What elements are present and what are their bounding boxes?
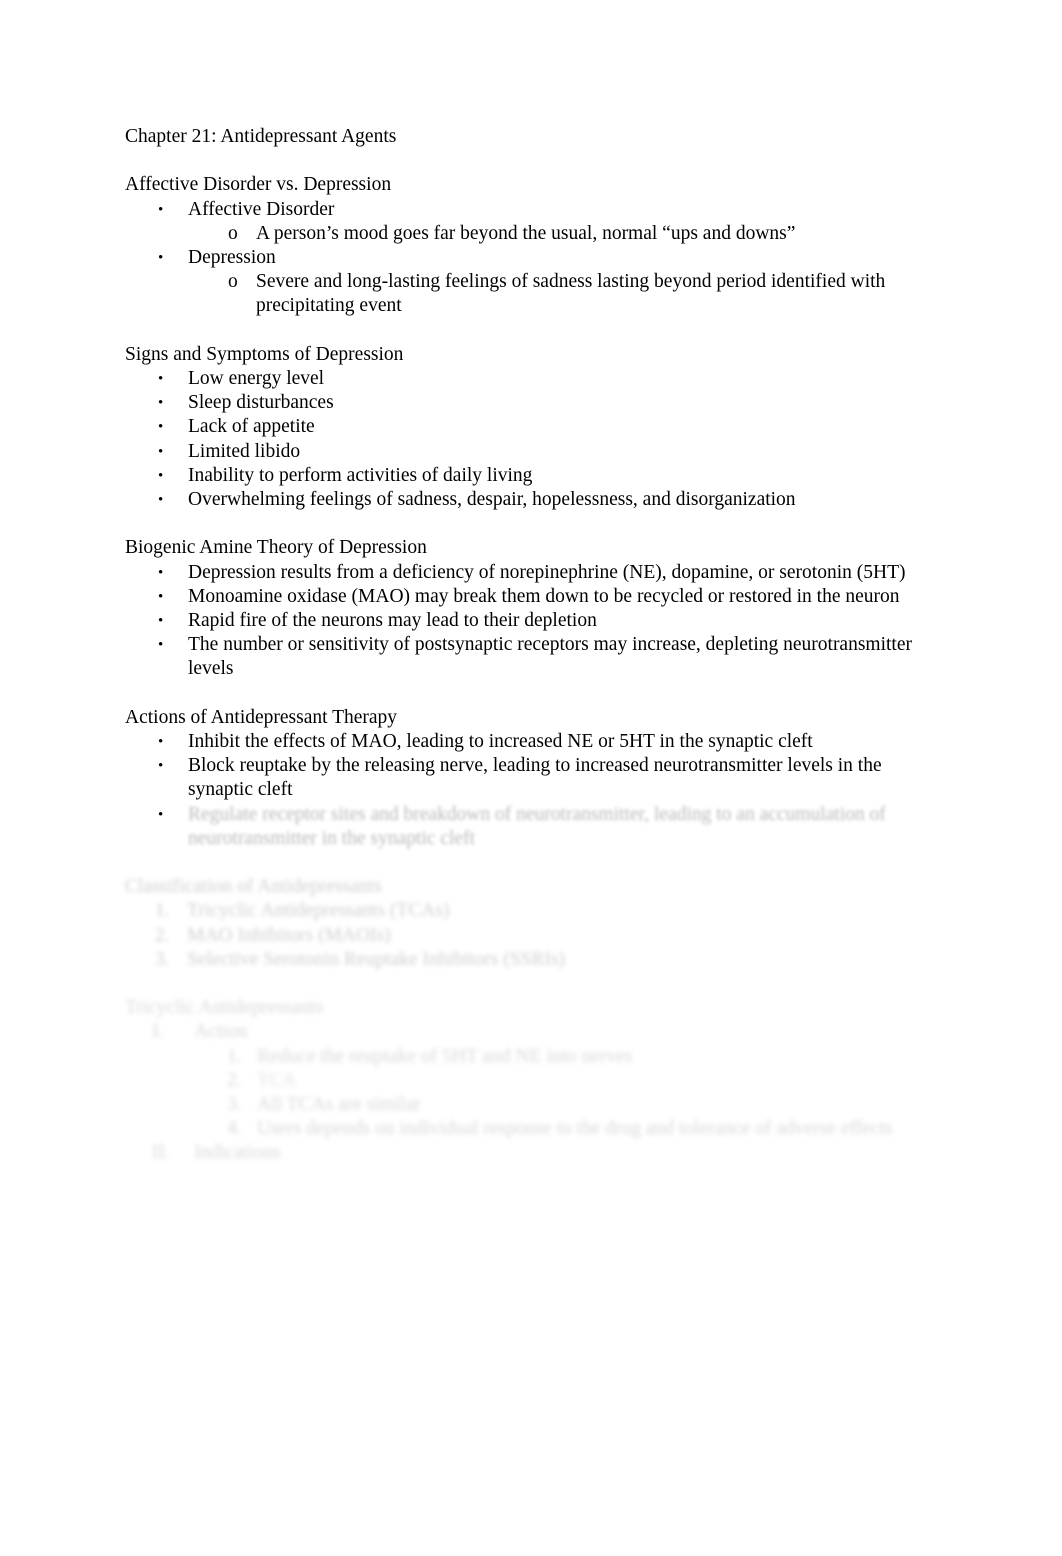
list-item: 4. Users depends on individual response … — [125, 1117, 937, 1141]
list-item-label: Overwhelming feelings of sadness, despai… — [188, 489, 796, 511]
bullet-icon: • — [158, 201, 164, 218]
list-item-label: Tricyclic Antidepressants (TCAs) — [187, 900, 450, 922]
circle-icon: o — [228, 222, 238, 244]
list-item-label: All TCAs are similar — [257, 1094, 421, 1116]
bullet-icon: • — [158, 588, 164, 605]
list-item-label: Severe and long-lasting feelings of sadn… — [256, 271, 891, 317]
bullet-icon: • — [158, 492, 164, 509]
list-number: 1. — [227, 1045, 242, 1067]
list-item-label: Rapid fire of the neurons may lead to th… — [188, 610, 597, 632]
list-item-label: Reduce the reuptake of 5HT and NE into n… — [257, 1045, 633, 1067]
list-item: • Limited libido — [125, 440, 937, 464]
list-item: o Severe and long-lasting feelings of sa… — [125, 270, 937, 318]
list-item-label: Lack of appetite — [188, 416, 315, 438]
section-heading-actions-of-therapy: Actions of Antidepressant Therapy — [125, 706, 398, 728]
list-item: • Inability to perform activities of dai… — [125, 464, 937, 488]
list-item-label: Action — [194, 1021, 248, 1043]
bullet-icon: • — [158, 758, 164, 775]
list-item-label: Sleep disturbances — [188, 392, 334, 414]
list-item-label: Selective Serotonin Reuptake Inhibitors … — [187, 948, 566, 970]
list-item: 1. Reduce the reuptake of 5HT and NE int… — [125, 1045, 937, 1069]
list-item-label: TCA — [257, 1069, 296, 1091]
list-number: 3. — [227, 1094, 242, 1116]
list-number: II. — [152, 1142, 170, 1164]
list-item-label: Indications — [194, 1142, 281, 1164]
list-item-label: Depression — [188, 247, 276, 268]
bullet-icon: • — [158, 613, 164, 630]
list-item: o A person’s mood goes far beyond the us… — [125, 222, 937, 246]
list-item: II. Indications — [125, 1141, 937, 1165]
list-item-label: Block reuptake by the releasing nerve, l… — [188, 755, 887, 801]
list-item-label: Inhibit the effects of MAO, leading to i… — [188, 731, 813, 753]
list-item-label: Regulate receptor sites and breakdown of… — [188, 803, 891, 849]
list-item: • Inhibit the effects of MAO, leading to… — [125, 730, 937, 754]
bullet-icon: • — [158, 467, 164, 484]
list-item-label: Limited libido — [188, 440, 301, 462]
list-number: 2. — [155, 924, 170, 946]
list-item: • Monoamine oxidase (MAO) may break them… — [125, 585, 937, 609]
bullet-icon: • — [158, 806, 164, 823]
bullet-icon: • — [158, 395, 164, 412]
list-item-label: Inability to perform activities of daily… — [188, 464, 533, 486]
list-item: • Low energy level — [125, 367, 937, 391]
bullet-icon: • — [158, 371, 164, 387]
bullet-icon: • — [158, 734, 164, 751]
list-item: 3. All TCAs are similar — [125, 1093, 937, 1117]
section-heading-signs-symptoms: Signs and Symptoms of Depression — [125, 343, 404, 365]
list-item-label: The number or sensitivity of postsynapti… — [188, 634, 917, 680]
list-item: • Sleep disturbances — [125, 391, 937, 415]
list-item-label: Depression results from a deficiency of … — [188, 561, 906, 583]
list-item: 2. MAO Inhibitors (MAOIs) — [125, 924, 937, 948]
document-page: Chapter 21: Antidepressant Agents Affect… — [0, 0, 1062, 1556]
list-number: 3. — [155, 948, 170, 970]
list-item: • The number or sensitivity of postsynap… — [125, 633, 937, 681]
list-item: • Overwhelming feelings of sadness, desp… — [125, 488, 937, 512]
list-item: • Depression — [125, 246, 937, 270]
list-item-label: Users depends on individual response to … — [257, 1118, 893, 1140]
list-number: 4. — [227, 1118, 242, 1140]
list-item: 3. Selective Serotonin Reuptake Inhibito… — [125, 948, 937, 972]
list-number: I. — [152, 1021, 164, 1043]
list-number: 2. — [227, 1069, 242, 1091]
bullet-icon: • — [158, 443, 164, 460]
list-item: I. Action — [125, 1020, 937, 1044]
list-item: 1. Tricyclic Antidepressants (TCAs) — [125, 899, 937, 923]
section-heading-tricyclic-antidepressants: Tricyclic Antidepressants — [125, 997, 324, 1019]
list-item-label: Affective Disorder — [188, 198, 335, 220]
page-title: Chapter 21: Antidepressant Agents — [125, 126, 397, 147]
section-heading-classification: Classification of Antidepressants — [125, 876, 382, 898]
list-item-label: MAO Inhibitors (MAOIs) — [187, 924, 391, 946]
bullet-icon: • — [158, 250, 164, 266]
section-heading-affective-disorder: Affective Disorder vs. Depression — [125, 174, 392, 196]
list-item: • Rapid fire of the neurons may lead to … — [125, 609, 937, 633]
list-item: • Block reuptake by the releasing nerve,… — [125, 754, 937, 802]
bullet-icon: • — [158, 564, 164, 581]
list-item-label: Low energy level — [188, 368, 325, 389]
list-item-label: Monoamine oxidase (MAO) may break them d… — [188, 585, 900, 607]
list-item: 2. TCA — [125, 1069, 937, 1093]
list-number: 1. — [155, 900, 170, 922]
circle-icon: o — [228, 271, 238, 293]
bullet-icon: • — [158, 419, 164, 436]
list-item-label: A person’s mood goes far beyond the usua… — [256, 222, 796, 244]
section-heading-biogenic-amine-theory: Biogenic Amine Theory of Depression — [125, 537, 427, 559]
list-item: • Depression results from a deficiency o… — [125, 561, 937, 585]
list-item: • Lack of appetite — [125, 415, 937, 439]
list-item: • Affective Disorder — [125, 198, 937, 222]
bullet-icon: • — [158, 637, 164, 654]
list-item: • Regulate receptor sites and breakdown … — [125, 803, 937, 851]
document-body: Chapter 21: Antidepressant Agents Affect… — [125, 125, 937, 1166]
